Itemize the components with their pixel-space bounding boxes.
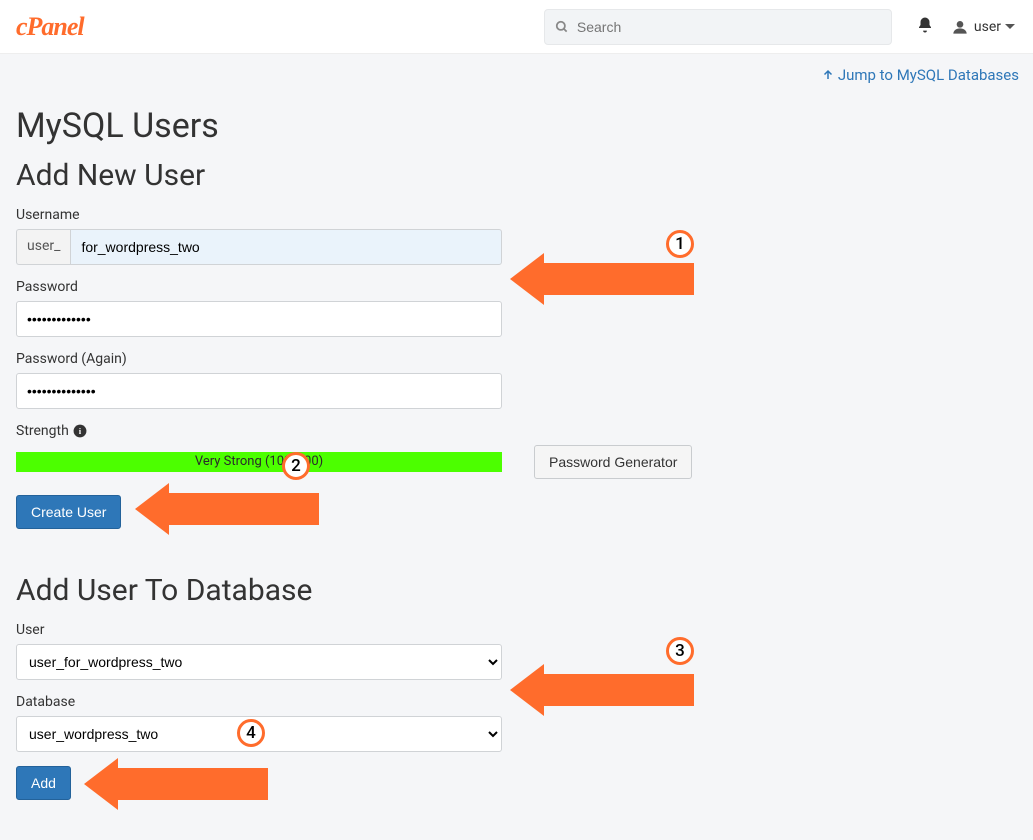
search-input[interactable]	[577, 19, 881, 35]
password-again-input[interactable]	[16, 373, 502, 409]
user-icon	[952, 19, 968, 35]
user-menu[interactable]: user	[952, 19, 1017, 35]
password-label: Password	[16, 279, 1017, 295]
add-new-user-heading: Add New User	[16, 158, 1017, 193]
cpanel-logo: cPanel	[16, 12, 84, 42]
username-label: Username	[16, 207, 1017, 223]
password-input[interactable]	[16, 301, 502, 337]
create-user-button[interactable]: Create User	[16, 495, 121, 529]
page-title: MySQL Users	[16, 106, 1017, 146]
annotation-number-1: 1	[666, 230, 694, 258]
search-box[interactable]	[544, 9, 892, 45]
user-select-label: User	[16, 622, 1017, 638]
topnav: cPanel user	[0, 0, 1033, 54]
jump-to-databases-link[interactable]: Jump to MySQL Databases	[822, 66, 1019, 84]
annotation-number-2: 2	[282, 452, 310, 480]
strength-meter: Very Strong (100/100)	[16, 452, 502, 472]
info-icon[interactable]: i	[73, 424, 87, 438]
arrow-up-icon	[822, 69, 834, 81]
database-select-label: Database	[16, 694, 1017, 710]
password-generator-button[interactable]: Password Generator	[534, 445, 692, 479]
strength-label: Strength i	[16, 423, 1017, 439]
username-prefix: user_	[16, 229, 70, 265]
user-label: user	[974, 19, 1001, 35]
user-select[interactable]: user_for_wordpress_two	[16, 644, 502, 680]
username-input[interactable]	[70, 229, 502, 265]
search-icon	[555, 20, 569, 34]
jump-link-text: Jump to MySQL Databases	[838, 66, 1019, 84]
password-again-label: Password (Again)	[16, 351, 1017, 367]
annotation-number-3: 3	[666, 637, 694, 665]
annotation-number-4: 4	[237, 719, 265, 747]
notifications-icon[interactable]	[916, 16, 934, 38]
caret-down-icon	[1005, 22, 1015, 32]
add-user-to-db-heading: Add User To Database	[16, 573, 1017, 608]
add-button[interactable]: Add	[16, 766, 71, 800]
page-body: Jump to MySQL Databases MySQL Users Add …	[0, 54, 1033, 840]
